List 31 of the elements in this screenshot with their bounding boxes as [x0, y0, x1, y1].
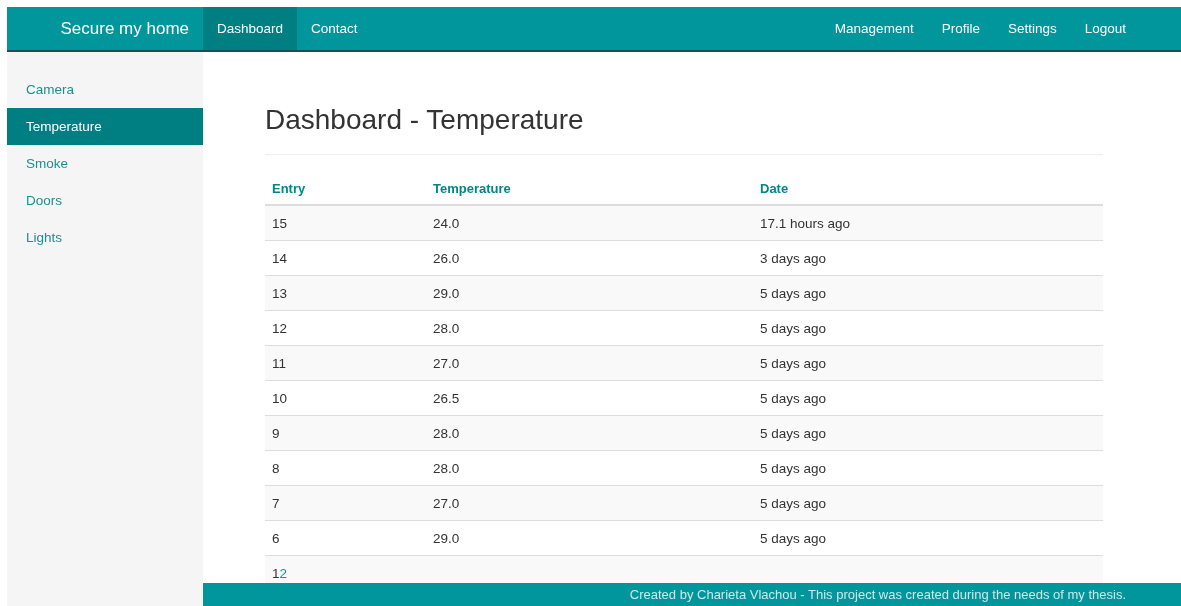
- nav-link[interactable]: Dashboard: [203, 7, 298, 50]
- nav-link[interactable]: Settings: [993, 7, 1071, 50]
- page-title: Dashboard - Temperature: [265, 104, 1103, 155]
- table-cell: 24.0: [426, 205, 753, 241]
- sidebar-item[interactable]: Doors: [7, 182, 203, 219]
- table-cell: 5 days ago: [753, 415, 1103, 451]
- table-cell: 7: [265, 485, 426, 521]
- table-cell: 9: [265, 415, 426, 451]
- nav-link[interactable]: Logout: [1070, 7, 1140, 50]
- table-cell: 13: [265, 275, 426, 311]
- table-cell: 27.0: [426, 485, 753, 521]
- page-link[interactable]: 2: [279, 565, 288, 581]
- table-cell: 5 days ago: [753, 345, 1103, 381]
- table-cell: 5 days ago: [753, 275, 1103, 311]
- table-cell: 28.0: [426, 415, 753, 451]
- nav-link[interactable]: Profile: [927, 7, 994, 50]
- table-cell: 29.0: [426, 275, 753, 311]
- nav-link[interactable]: Contact: [297, 7, 372, 50]
- sidebar-item[interactable]: Camera: [7, 71, 203, 108]
- table-cell: 27.0: [426, 345, 753, 381]
- table-cell: 17.1 hours ago: [753, 205, 1103, 241]
- sidebar-item[interactable]: Temperature: [7, 108, 203, 145]
- table-cell: 11: [265, 345, 426, 381]
- footer-text: Created by Charieta Vlachou - This project was created during the needs of my thesis.: [629, 587, 1126, 602]
- page-link[interactable]: 1: [272, 565, 280, 581]
- nav-link[interactable]: Management: [820, 7, 928, 50]
- table-cell: 5 days ago: [753, 485, 1103, 521]
- brand-link[interactable]: Secure my home: [7, 7, 203, 50]
- sidebar-item[interactable]: Lights: [7, 219, 203, 256]
- table-cell: 15: [265, 205, 426, 241]
- sidebar-item[interactable]: Smoke: [7, 145, 203, 182]
